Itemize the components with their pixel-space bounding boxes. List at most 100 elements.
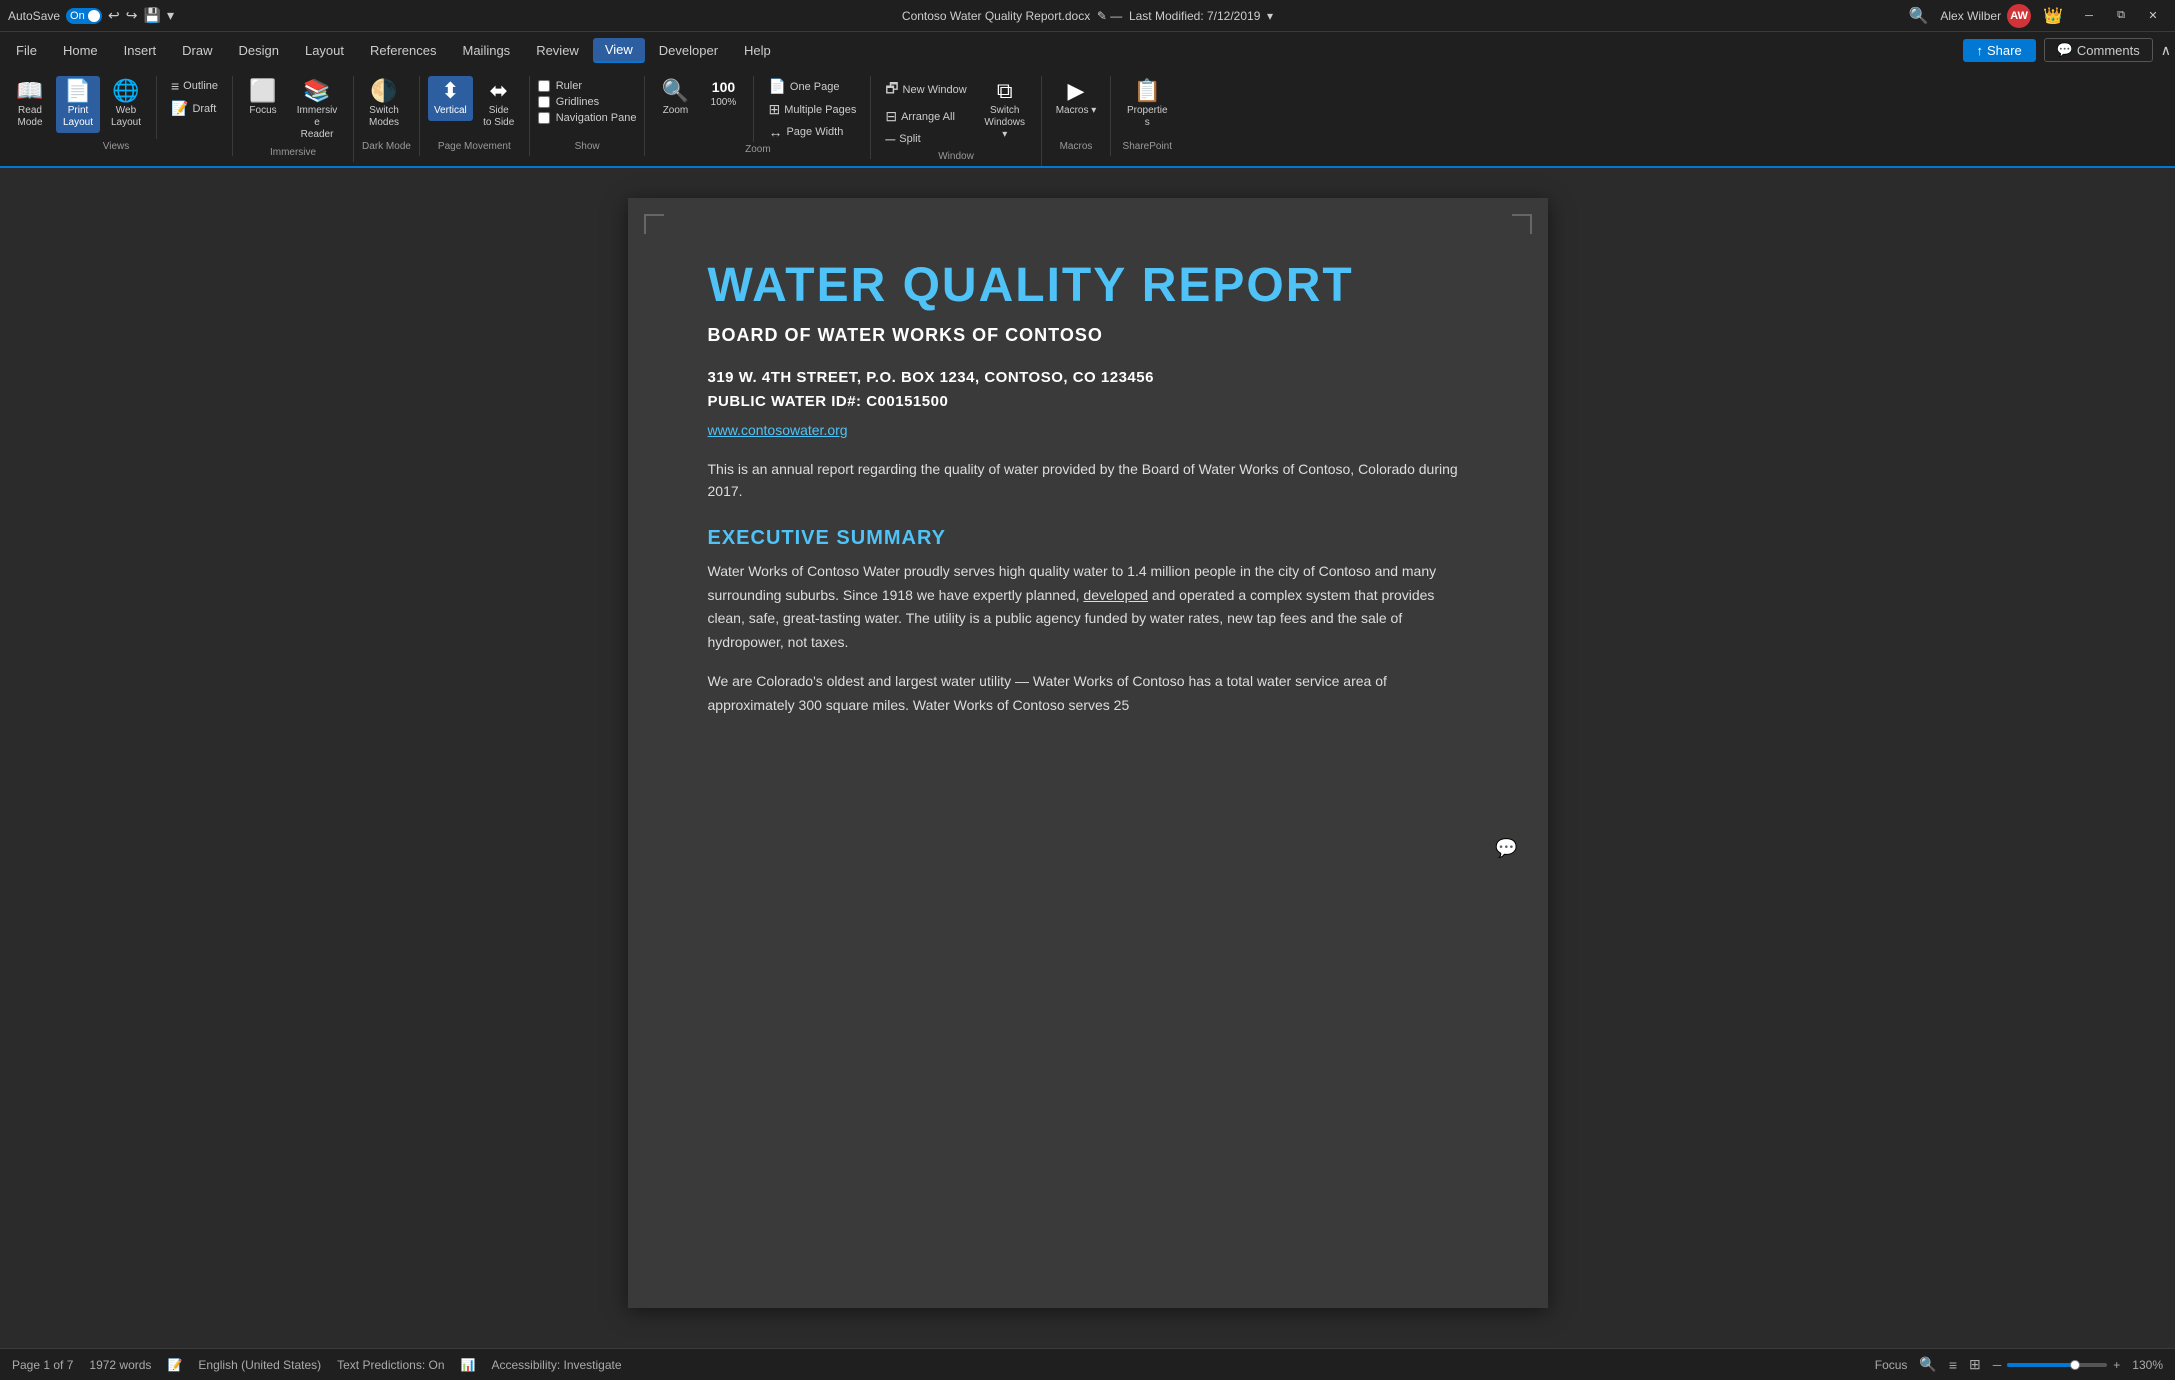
- show-content: Ruler Gridlines Navigation Pane: [538, 76, 637, 139]
- macros-group-label: Macros: [1050, 139, 1103, 156]
- navpane-checkbox[interactable]: Navigation Pane: [538, 112, 637, 124]
- outline-button[interactable]: ≡ Outline: [165, 76, 224, 96]
- document-main-title: WATER QUALITY REPORT: [708, 258, 1468, 313]
- toolbar-more-icon[interactable]: ▾: [167, 7, 174, 24]
- filename: Contoso Water Quality Report.docx: [902, 9, 1090, 23]
- zoom-icon: 🔍: [662, 80, 689, 102]
- switch-windows-button[interactable]: ⧉ SwitchWindows ▾: [977, 76, 1033, 145]
- menu-references[interactable]: References: [358, 39, 448, 62]
- section1-heading: EXECUTIVE SUMMARY: [708, 527, 1468, 550]
- autosave-label: AutoSave: [8, 9, 60, 23]
- zoom-minus-button[interactable]: ─: [1993, 1358, 2002, 1372]
- outline-icon: ≡: [171, 78, 179, 94]
- focus-button[interactable]: Focus: [1875, 1358, 1908, 1372]
- draft-icon: 📝: [171, 100, 188, 117]
- menu-home[interactable]: Home: [51, 39, 110, 62]
- switch-modes-button[interactable]: 🌗 SwitchModes: [362, 76, 406, 133]
- menu-draw[interactable]: Draw: [170, 39, 224, 62]
- web-layout-button[interactable]: 🌐 WebLayout: [104, 76, 148, 133]
- title-bar-right: 🔍 Alex Wilber AW 👑 ─ ⧉ ✕: [1908, 4, 2167, 28]
- zoom-button[interactable]: 🔍 Zoom: [653, 76, 697, 121]
- zoom-100-button[interactable]: 100 100%: [701, 76, 745, 113]
- read-mode-button[interactable]: 📖 ReadMode: [8, 76, 52, 133]
- switch-windows-icon: ⧉: [997, 80, 1013, 102]
- accessibility[interactable]: Accessibility: Investigate: [491, 1358, 621, 1372]
- focus-icon: ⬜: [249, 80, 276, 102]
- avatar: AW: [2007, 4, 2031, 28]
- focus-button[interactable]: ⬜ Focus: [241, 76, 285, 121]
- ribbon-groups: 📖 ReadMode 📄 PrintLayout 🌐 WebLayout ≡ O…: [0, 72, 2175, 166]
- redo-icon[interactable]: ↪: [126, 7, 138, 24]
- split-label: Split: [899, 133, 920, 145]
- window-small-buttons: 🗗 New Window ⊟ Arrange All ─ Split: [879, 76, 972, 149]
- comment-icon[interactable]: 💬: [1495, 838, 1517, 859]
- ribbon-group-darkmode: 🌗 SwitchModes Dark Mode: [362, 76, 420, 156]
- zoom-track[interactable]: [2007, 1363, 2107, 1367]
- ribbon-group-immersive: ⬜ Focus 📚 ImmersiveReader Immersive: [241, 76, 354, 162]
- menu-help[interactable]: Help: [732, 39, 783, 62]
- zoom-plus-button[interactable]: +: [2113, 1358, 2120, 1372]
- ruler-checkbox[interactable]: Ruler: [538, 80, 637, 92]
- undo-icon[interactable]: ↩: [108, 7, 120, 24]
- read-mode-label: ReadMode: [17, 105, 42, 129]
- menu-view[interactable]: View: [593, 38, 645, 63]
- document-website[interactable]: www.contosowater.org: [708, 422, 1468, 438]
- ribbon-collapse-icon[interactable]: ∧: [2161, 42, 2171, 59]
- gridlines-input[interactable]: [538, 96, 550, 108]
- zoom-100-label: 100%: [711, 97, 737, 109]
- draft-button[interactable]: 📝 Draft: [165, 98, 224, 119]
- ribbon-group-views: 📖 ReadMode 📄 PrintLayout 🌐 WebLayout ≡ O…: [8, 76, 233, 156]
- menu-insert[interactable]: Insert: [112, 39, 169, 62]
- editor-icon[interactable]: 📝: [167, 1358, 182, 1372]
- split-button[interactable]: ─ Split: [879, 129, 972, 149]
- ribbon-group-zoom: 🔍 Zoom 100 100% 📄 One Page ⊞ Multiple Pa…: [653, 76, 871, 159]
- new-window-button[interactable]: 🗗 New Window: [879, 76, 972, 104]
- share-button[interactable]: ↑ Share: [1963, 39, 2036, 62]
- comments-icon: 💬: [2057, 42, 2073, 58]
- doc-stats-icon[interactable]: 📊: [461, 1358, 476, 1372]
- macros-button[interactable]: ▶ Macros ▾: [1050, 76, 1103, 121]
- side-to-side-button[interactable]: ⬌ Sideto Side: [477, 76, 521, 133]
- arrange-all-icon: ⊟: [885, 108, 897, 125]
- search-icon[interactable]: 🔍: [1908, 6, 1928, 26]
- menu-file[interactable]: File: [4, 39, 49, 62]
- one-page-button[interactable]: 📄 One Page: [762, 76, 862, 97]
- split-icon: ─: [885, 131, 895, 147]
- multiple-pages-button[interactable]: ⊞ Multiple Pages: [762, 99, 862, 120]
- menu-design[interactable]: Design: [227, 39, 291, 62]
- menu-layout[interactable]: Layout: [293, 39, 356, 62]
- print-layout-button[interactable]: 📄 PrintLayout: [56, 76, 100, 133]
- side-to-side-icon: ⬌: [490, 80, 508, 102]
- menu-mailings[interactable]: Mailings: [451, 39, 523, 62]
- zoom-label: Zoom: [663, 105, 689, 117]
- view-mode-icon2[interactable]: ≡: [1949, 1357, 1957, 1373]
- text-predictions: Text Predictions: On: [337, 1358, 444, 1372]
- toggle-on-text: On: [70, 10, 85, 22]
- view-mode-icon3[interactable]: ⊞: [1969, 1356, 1981, 1373]
- comments-button[interactable]: 💬 Comments: [2044, 38, 2153, 62]
- autosave-toggle[interactable]: On: [66, 8, 102, 24]
- menu-review[interactable]: Review: [524, 39, 591, 62]
- close-button[interactable]: ✕: [2139, 6, 2167, 26]
- navpane-label: Navigation Pane: [556, 112, 637, 124]
- pagemovement-group-label: Page Movement: [428, 139, 521, 156]
- outline-label: Outline: [183, 80, 218, 92]
- arrange-all-button[interactable]: ⊟ Arrange All: [879, 106, 972, 127]
- page-width-button[interactable]: ↔ Page Width: [762, 122, 862, 142]
- save-icon[interactable]: 💾: [144, 7, 161, 24]
- vertical-button[interactable]: ⬍ Vertical: [428, 76, 473, 121]
- zoom-divider: [753, 76, 754, 142]
- view-mode-icon1[interactable]: 🔍: [1919, 1356, 1936, 1373]
- menu-developer[interactable]: Developer: [647, 39, 730, 62]
- side-to-side-label: Sideto Side: [483, 105, 514, 129]
- minimize-button[interactable]: ─: [2075, 6, 2103, 26]
- properties-button[interactable]: 📋 Properties: [1119, 76, 1175, 133]
- navpane-input[interactable]: [538, 112, 550, 124]
- vertical-icon: ⬍: [441, 80, 459, 102]
- gridlines-checkbox[interactable]: Gridlines: [538, 96, 637, 108]
- draft-label: Draft: [192, 103, 216, 115]
- ruler-input[interactable]: [538, 80, 550, 92]
- restore-button[interactable]: ⧉: [2107, 6, 2135, 26]
- immersive-reader-button[interactable]: 📚 ImmersiveReader: [289, 76, 345, 145]
- page-width-icon: ↔: [768, 124, 782, 140]
